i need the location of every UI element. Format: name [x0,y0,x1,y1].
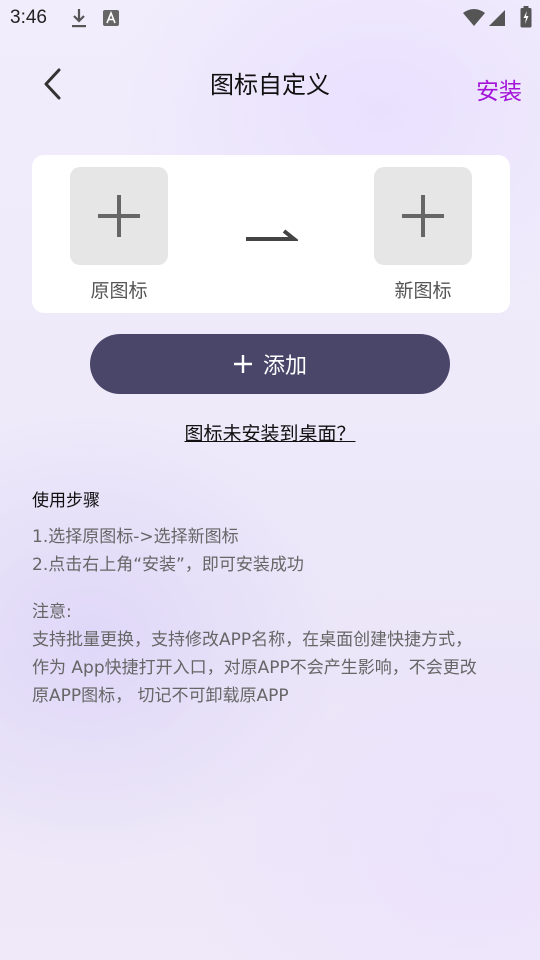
top-app-bar: 图标自定义 安装 [0,50,540,116]
battery-icon [520,6,532,32]
page-title: 图标自定义 [210,71,330,99]
icon-selection-card: 原图标 新图标 [32,155,510,313]
install-button[interactable]: 安装 [476,72,522,106]
note-line: 支持批量更换，支持修改APP名称，在桌面创建快捷方式， [32,630,473,650]
new-icon-picker[interactable] [374,167,472,265]
step-item: 1.选择原图标->选择新图标 [32,527,239,547]
new-icon-label: 新图标 [394,280,452,302]
not-installed-help-text: 图标未安装到桌面？ [184,423,356,445]
wifi-icon [462,9,486,31]
not-installed-help-link[interactable]: 图标未安装到桌面？ [0,419,540,446]
add-button[interactable]: 添加 [90,334,450,394]
note-line: 作为 App快捷打开入口，对原APP不会产生影响，不会更改 [32,658,477,678]
usage-steps-title: 使用步骤 [32,491,100,511]
status-bar: 3:46 [0,0,540,38]
note-line: 原APP图标， 切记不可卸载原APP [32,686,289,706]
plus-icon [402,195,444,237]
font-a-icon [103,10,119,30]
step-item: 2.点击右上角“安装”，即可安装成功 [32,555,304,575]
plus-icon [233,354,253,374]
download-icon [70,7,88,33]
arrow-right-icon [244,225,300,251]
add-button-label: 添加 [262,354,307,379]
original-icon-label: 原图标 [90,280,148,302]
signal-icon [488,9,506,31]
original-icon-picker[interactable] [70,167,168,265]
notes-block: 注意: 支持批量更换，支持修改APP名称，在桌面创建快捷方式， 作为 App快捷… [32,598,512,710]
status-time: 3:46 [10,7,47,28]
plus-icon [98,195,140,237]
note-title: 注意: [32,602,72,622]
usage-steps: 1.选择原图标->选择新图标 2.点击右上角“安装”，即可安装成功 [32,523,304,579]
